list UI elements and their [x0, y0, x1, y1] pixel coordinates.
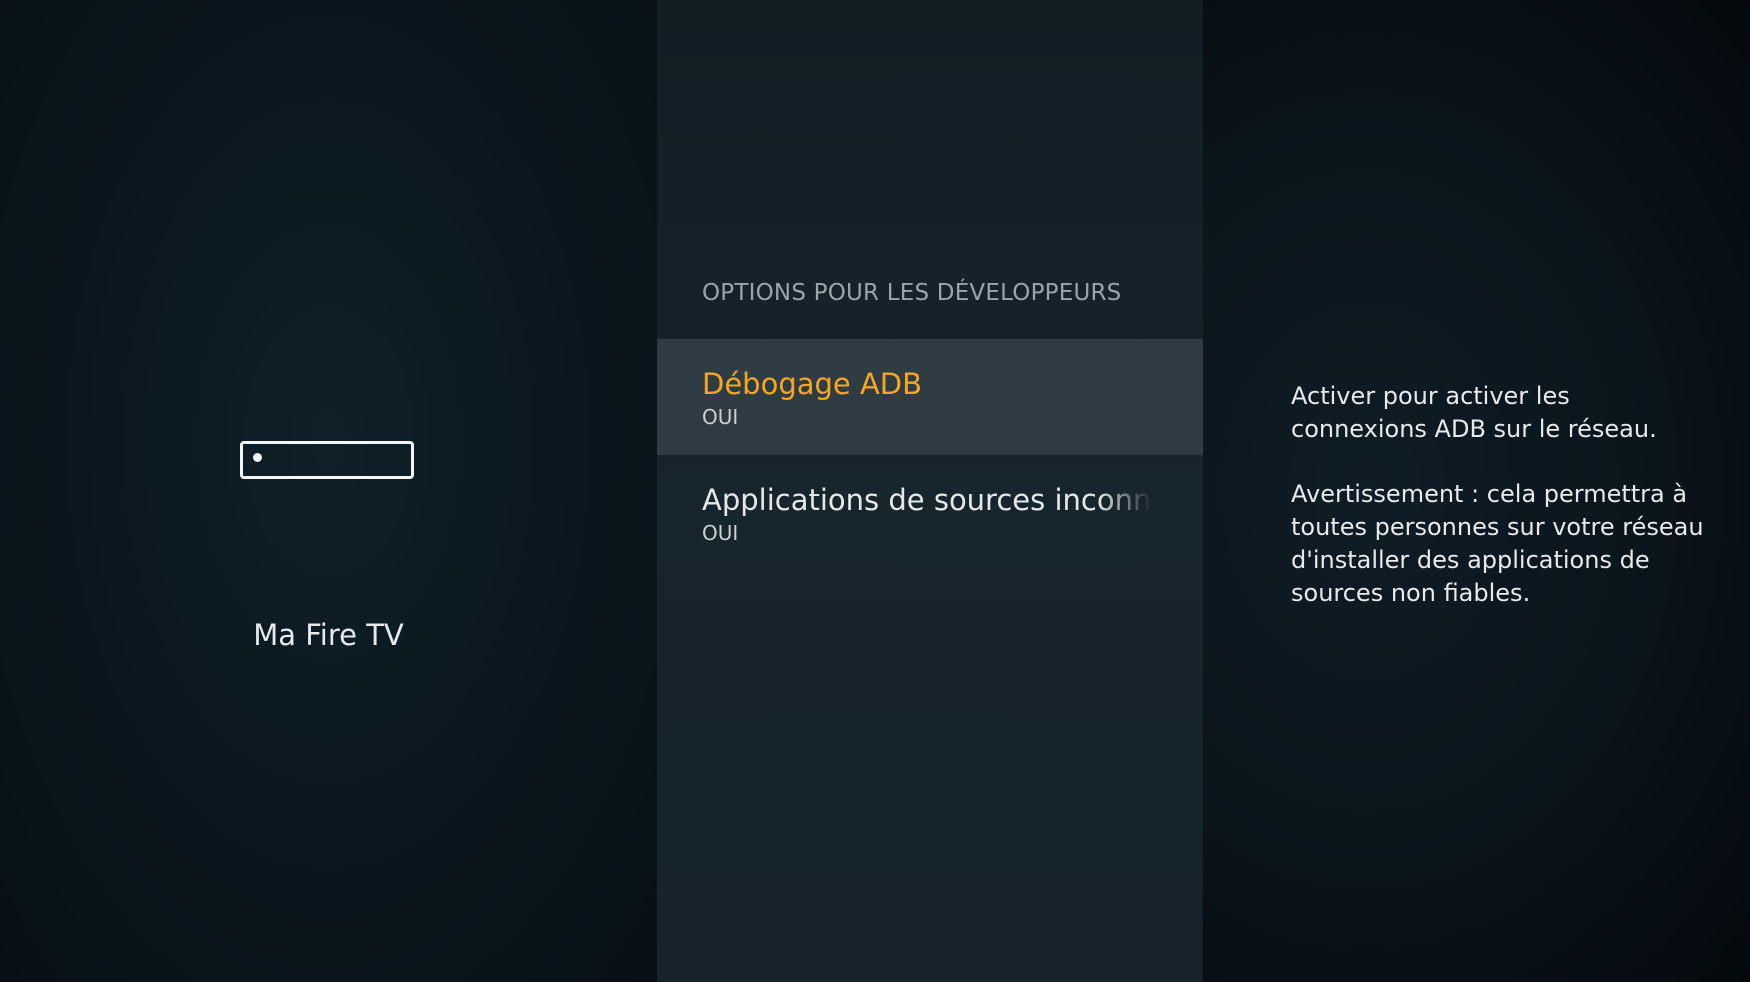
help-panel: Activer pour activer les connexions ADB … [1203, 0, 1750, 982]
help-description: Activer pour activer les connexions ADB … [1291, 382, 1657, 443]
menu-title: OPTIONS POUR LES DÉVELOPPEURS [702, 280, 1122, 306]
menu-item-value: OUI [702, 521, 739, 545]
help-warning: Avertissement : cela permettra à toutes … [1291, 480, 1704, 607]
help-text: Activer pour activer les connexions ADB … [1291, 380, 1711, 642]
menu-item-unknown-sources[interactable]: Applications de sources inconnues OUI [657, 455, 1203, 571]
menu-item-adb-debugging[interactable]: Débogage ADB OUI [657, 339, 1203, 455]
device-panel: Ma Fire TV [0, 0, 657, 982]
fire-tv-device-icon [240, 441, 414, 479]
menu-item-label: Applications de sources inconnues [702, 483, 1152, 517]
menu-item-label: Débogage ADB [702, 367, 923, 401]
device-label: Ma Fire TV [253, 618, 404, 652]
fire-tv-settings-screen: Ma Fire TV OPTIONS POUR LES DÉVELOPPEURS… [0, 0, 1750, 982]
menu-item-value: OUI [702, 405, 739, 429]
developer-options-menu: OPTIONS POUR LES DÉVELOPPEURS Débogage A… [657, 0, 1203, 982]
device-led-indicator [253, 453, 262, 462]
